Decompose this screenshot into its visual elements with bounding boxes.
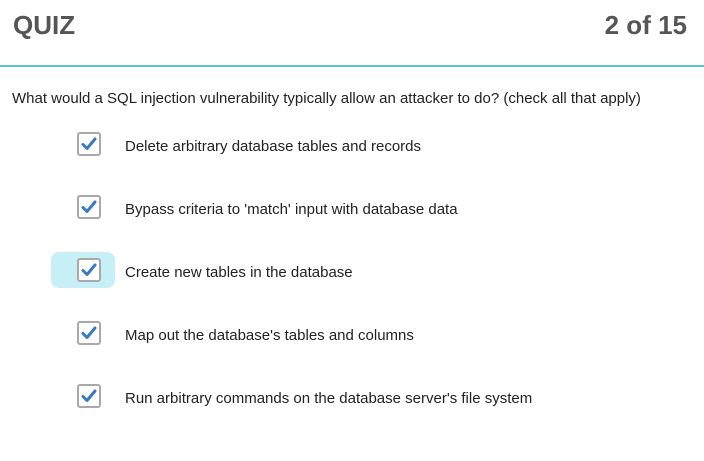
option-label[interactable]: Create new tables in the database: [125, 264, 353, 281]
header-divider: [0, 65, 704, 67]
option-item[interactable]: Map out the database's tables and column…: [50, 314, 670, 354]
checkbox-container[interactable]: [51, 189, 115, 225]
option-item[interactable]: Run arbitrary commands on the database s…: [50, 377, 670, 417]
checkbox-container[interactable]: [51, 378, 115, 414]
option-label[interactable]: Map out the database's tables and column…: [125, 327, 414, 344]
checkmark-icon: [81, 389, 97, 402]
quiz-title: QUIZ: [13, 10, 76, 40]
checkmark-icon: [81, 326, 97, 339]
option-checkbox[interactable]: [77, 195, 101, 219]
option-checkbox[interactable]: [77, 258, 101, 282]
quiz-header: QUIZ 2 of 15: [0, 0, 704, 67]
question-text: What would a SQL injection vulnerability…: [12, 90, 641, 107]
option-label[interactable]: Run arbitrary commands on the database s…: [125, 390, 532, 407]
checkmark-icon: [81, 137, 97, 150]
checkmark-icon: [81, 200, 97, 213]
option-checkbox[interactable]: [77, 384, 101, 408]
checkbox-container[interactable]: [51, 315, 115, 351]
option-label[interactable]: Bypass criteria to 'match' input with da…: [125, 201, 458, 218]
option-checkbox[interactable]: [77, 132, 101, 156]
option-label[interactable]: Delete arbitrary database tables and rec…: [125, 138, 421, 155]
checkbox-container[interactable]: [51, 126, 115, 162]
option-checkbox[interactable]: [77, 321, 101, 345]
checkmark-icon: [81, 263, 97, 276]
option-item[interactable]: Delete arbitrary database tables and rec…: [50, 125, 670, 165]
option-item[interactable]: Create new tables in the database: [50, 251, 670, 291]
question-progress: 2 of 15: [604, 10, 687, 40]
checkbox-container-focused[interactable]: [51, 252, 115, 288]
option-item[interactable]: Bypass criteria to 'match' input with da…: [50, 188, 670, 228]
